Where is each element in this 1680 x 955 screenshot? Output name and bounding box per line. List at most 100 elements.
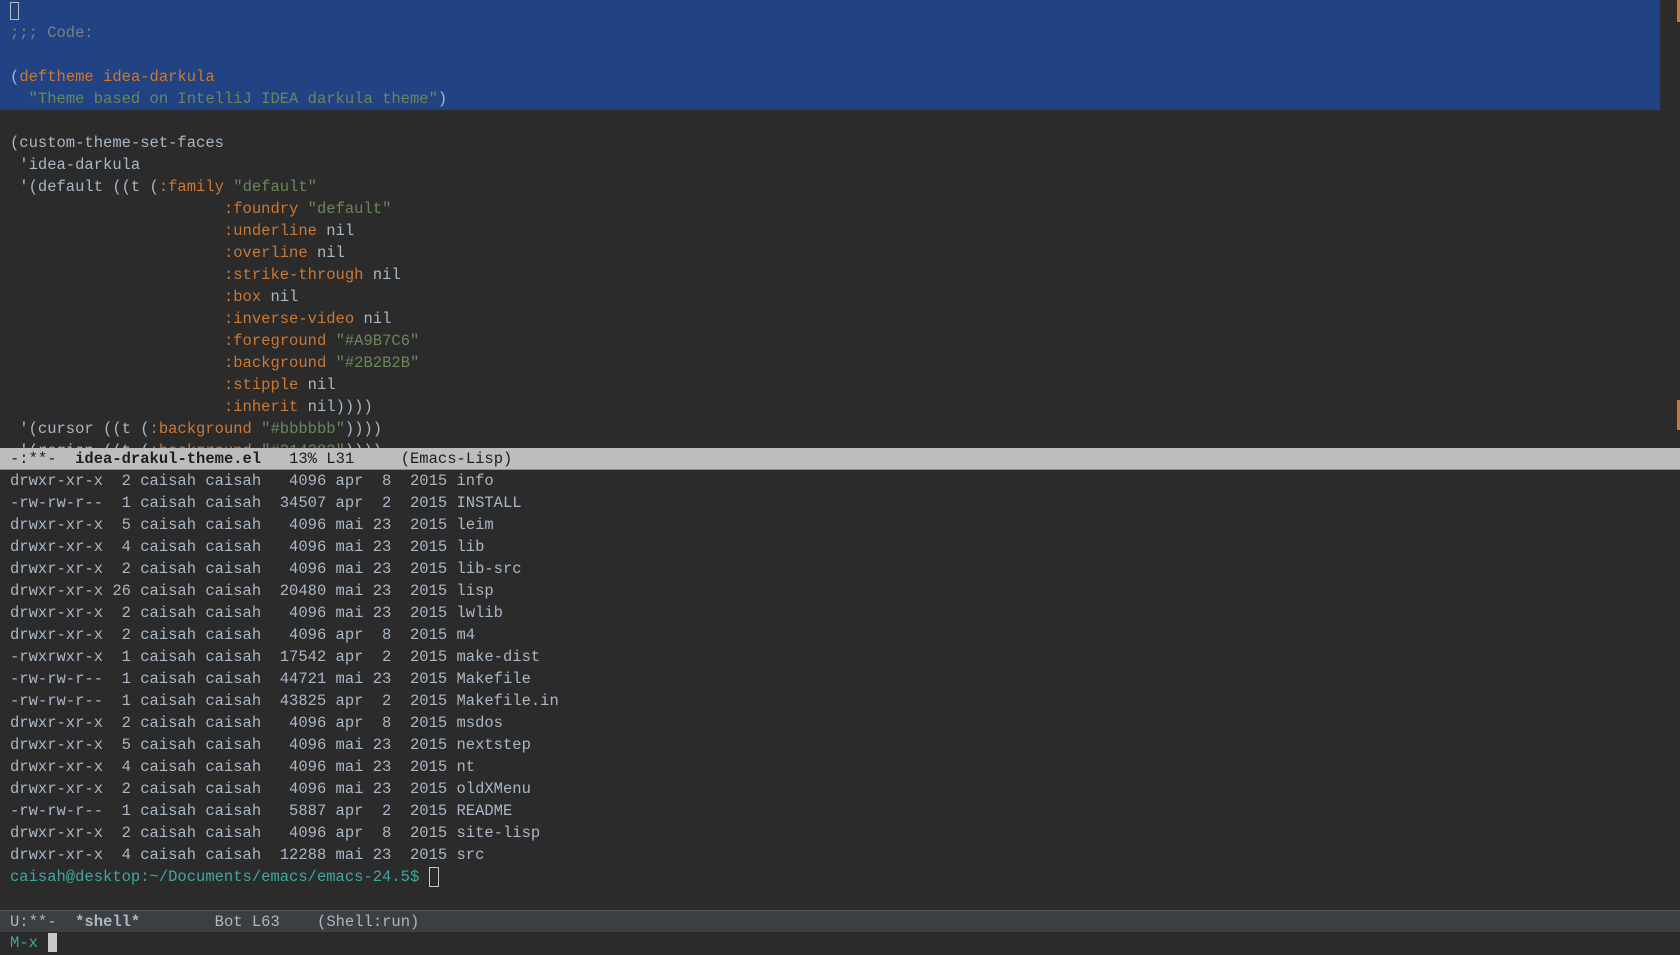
code-line[interactable]: :foreground "#A9B7C6" (0, 330, 1680, 352)
minibuffer-prompt: M-x (10, 934, 38, 952)
mode-line-position: Bot L63 (214, 913, 280, 931)
mode-line-buffer-name[interactable]: *shell* (75, 913, 140, 931)
code-line[interactable] (0, 44, 1660, 66)
mode-line-status: U:**- (10, 913, 57, 931)
shell-output-line: -rw-rw-r-- 1 caisah caisah 44721 mai 23 … (10, 670, 531, 688)
code-line[interactable]: :stipple nil (0, 374, 1680, 396)
code-token: "default" (233, 178, 317, 196)
code-line[interactable] (0, 0, 1660, 22)
mode-line-code[interactable]: -:**- idea-drakul-theme.el 13% L31 (Emac… (0, 448, 1680, 470)
shell-output-line: drwxr-xr-x 2 caisah caisah 4096 mai 23 2… (10, 560, 522, 578)
shell-output-line: drwxr-xr-x 2 caisah caisah 4096 apr 8 20… (10, 626, 476, 644)
code-line[interactable]: :strike-through nil (0, 264, 1680, 286)
shell-output-line: drwxr-xr-x 26 caisah caisah 20480 mai 23… (10, 582, 494, 600)
code-line[interactable]: :inherit nil)))) (0, 396, 1680, 418)
shell-output-line: drwxr-xr-x 4 caisah caisah 4096 mai 23 2… (10, 758, 476, 776)
code-token: :strike-through (223, 266, 364, 284)
code-token: :overline (223, 244, 308, 262)
shell-output-line: drwxr-xr-x 2 caisah caisah 4096 apr 8 20… (10, 472, 494, 490)
code-line[interactable]: '(default ((t (:family "default" (0, 176, 1680, 198)
code-token: :foundry (223, 200, 299, 218)
code-token: 'idea-darkula (10, 156, 141, 174)
mode-line-shell[interactable]: U:**- *shell* Bot L63 (Shell:run) (0, 910, 1680, 932)
code-token: :background (223, 354, 327, 372)
code-line[interactable]: 'idea-darkula (0, 154, 1680, 176)
code-token: )))) (344, 420, 383, 438)
code-token: nil (307, 244, 345, 262)
shell-output-line: -rw-rw-r-- 1 caisah caisah 34507 apr 2 2… (10, 494, 522, 512)
code-token: ( (10, 68, 20, 86)
code-token: :underline (223, 222, 317, 240)
code-token: "#bbbbbb" (261, 420, 345, 438)
code-token: nil (354, 310, 392, 328)
shell-output-line: drwxr-xr-x 4 caisah caisah 4096 mai 23 2… (10, 538, 485, 556)
code-line[interactable]: '(region ((t (:background "#214283")))) (0, 440, 1680, 448)
code-line[interactable]: :inverse-video nil (0, 308, 1680, 330)
code-line[interactable]: :underline nil (0, 220, 1680, 242)
code-token: :inverse-video (223, 310, 355, 328)
shell-cursor (428, 866, 439, 887)
code-token: ) (437, 90, 448, 108)
shell-pane[interactable]: drwxr-xr-x 2 caisah caisah 4096 apr 8 20… (0, 470, 1680, 910)
code-token: :box (223, 288, 262, 306)
code-line[interactable]: ;;; Code: (0, 22, 1660, 44)
code-token: idea-darkula (93, 68, 215, 86)
code-token: '(default ((t ( (10, 178, 159, 196)
minibuffer-cursor (47, 933, 57, 953)
shell-output-line: drwxr-xr-x 2 caisah caisah 4096 apr 8 20… (10, 714, 503, 732)
mode-line-major-mode[interactable]: (Emacs-Lisp) (401, 450, 513, 468)
code-token: '(cursor ((t ( (10, 420, 150, 438)
code-line[interactable] (0, 110, 1680, 132)
code-token: nil (316, 222, 355, 240)
code-token: nil)))) (298, 398, 373, 416)
code-line[interactable]: :background "#2B2B2B" (0, 352, 1680, 374)
shell-output-line: drwxr-xr-x 5 caisah caisah 4096 mai 23 2… (10, 736, 531, 754)
code-token: (custom-theme-set-faces (10, 134, 224, 152)
code-token: :stipple (223, 376, 299, 394)
shell-output-line: drwxr-xr-x 2 caisah caisah 4096 mai 23 2… (10, 604, 503, 622)
code-token: ;;; Code: (10, 24, 94, 42)
code-line[interactable]: (deftheme idea-darkula (0, 66, 1660, 88)
mode-line-buffer-name[interactable]: idea-drakul-theme.el (75, 450, 261, 468)
code-line[interactable]: :box nil (0, 286, 1680, 308)
code-lines[interactable]: ;;; Code: (deftheme idea-darkula "Theme b… (0, 0, 1680, 448)
shell-output-line: -rwxrwxr-x 1 caisah caisah 17542 apr 2 2… (10, 648, 541, 666)
code-line[interactable]: :foundry "default" (0, 198, 1680, 220)
code-line[interactable]: '(cursor ((t (:background "#bbbbbb")))) (0, 418, 1680, 440)
mode-line-major-mode[interactable]: (Shell:run) (317, 913, 419, 931)
code-line[interactable]: "Theme based on IntelliJ IDEA darkula th… (0, 88, 1660, 110)
shell-prompt-line[interactable]: caisah@desktop:~/Documents/emacs/emacs-2… (0, 866, 1680, 888)
code-token: nil (261, 288, 299, 306)
code-line[interactable]: (custom-theme-set-faces (0, 132, 1680, 154)
code-token: :foreground (223, 332, 327, 350)
code-token: deftheme (19, 68, 94, 86)
minibuffer[interactable]: M-x (0, 932, 1680, 955)
code-token: :background (149, 420, 252, 438)
code-token: :family (158, 178, 224, 196)
code-editor-pane[interactable]: ;;; Code: (deftheme idea-darkula "Theme b… (0, 0, 1680, 448)
shell-output: drwxr-xr-x 2 caisah caisah 4096 apr 8 20… (0, 470, 1680, 866)
shell-output-line: drwxr-xr-x 2 caisah caisah 4096 mai 23 2… (10, 780, 531, 798)
shell-output-line: drwxr-xr-x 5 caisah caisah 4096 mai 23 2… (10, 516, 494, 534)
shell-output-line: -rw-rw-r-- 1 caisah caisah 43825 apr 2 2… (10, 692, 559, 710)
code-token: "Theme based on IntelliJ IDEA darkula th… (28, 90, 438, 108)
code-token: nil (363, 266, 401, 284)
text-cursor (10, 1, 19, 20)
code-token: "default" (307, 200, 392, 218)
code-token: :inherit (223, 398, 299, 416)
code-line[interactable]: :overline nil (0, 242, 1680, 264)
